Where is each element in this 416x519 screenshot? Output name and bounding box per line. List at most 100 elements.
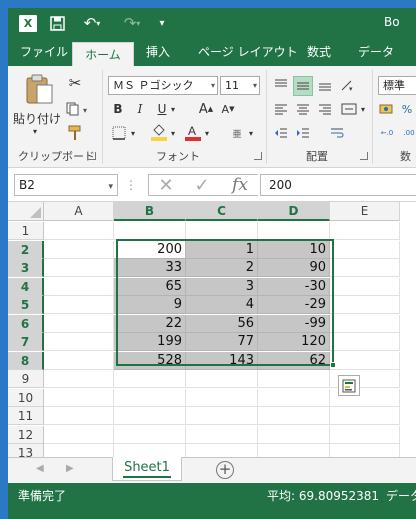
tab-formulas[interactable]: 数式 [307,38,331,66]
cell-a12[interactable] [44,425,114,444]
enter-icon[interactable]: ✓ [190,174,214,196]
cell-a7[interactable] [44,333,114,351]
align-middle-icon[interactable] [293,76,313,96]
cell-b13[interactable] [114,444,186,457]
quick-analysis-icon[interactable] [338,375,360,396]
fill-color-dropdown-icon[interactable]: ▾ [168,126,178,140]
align-right-icon[interactable] [316,100,334,118]
prev-sheet-icon[interactable]: ◀ [36,463,44,474]
cell-c6[interactable]: 56 [186,314,258,333]
shrink-font-button[interactable]: A ▼ [220,100,236,118]
cell-c10[interactable] [186,388,258,407]
cell-b3[interactable]: 33 [114,259,186,277]
cancel-icon[interactable]: ✕ [154,174,178,196]
cell-e2[interactable] [330,240,400,259]
add-sheet-icon[interactable]: + [216,461,234,479]
tab-data[interactable]: データ [358,38,394,66]
cell-a2[interactable] [44,240,114,259]
cell-c8[interactable]: 143 [186,351,258,370]
cell-d9[interactable] [258,370,330,388]
row-header-9[interactable]: 9 [8,370,44,388]
cell-b12[interactable] [114,425,186,444]
cell-c3[interactable]: 2 [186,259,258,277]
borders-dropdown-icon[interactable]: ▾ [128,126,138,140]
cell-b4[interactable]: 65 [114,277,186,296]
row-header-6[interactable]: 6 [8,314,44,333]
worksheet-grid[interactable]: ABCDE 1 2 3 4 5 6 7 8 9 10 11 12 13 200 1 10 33 2 90 65 3 -3… [8,202,416,457]
align-bottom-icon[interactable] [316,76,334,94]
cell-e1[interactable] [330,222,400,240]
merge-dropdown-icon[interactable]: ▾ [358,102,368,116]
fill-handle[interactable] [330,362,336,368]
row-header-5[interactable]: 5 [8,296,44,314]
sheet-tab-sheet1[interactable]: Sheet1 [112,457,182,481]
merge-center-icon[interactable] [340,100,358,118]
cell-d10[interactable] [258,388,330,407]
cell-d1[interactable] [258,222,330,240]
cell-d3[interactable]: 90 [258,259,330,277]
cell-d4[interactable]: -30 [258,277,330,296]
cell-d2[interactable]: 10 [258,240,330,259]
insert-function-icon[interactable]: fx [226,174,254,196]
row-header-4[interactable]: 4 [8,277,44,296]
cell-c9[interactable] [186,370,258,388]
cell-e12[interactable] [330,425,400,444]
font-color-dropdown-icon[interactable]: ▾ [202,126,212,140]
paste-icon[interactable] [20,72,58,106]
cell-e11[interactable] [330,407,400,425]
cell-c4[interactable]: 3 [186,277,258,296]
tab-file[interactable]: ファイル [20,38,68,66]
decrease-indent-icon[interactable] [272,124,290,142]
cell-a9[interactable] [44,370,114,388]
cut-icon[interactable]: ✂ [66,74,84,92]
column-header-d[interactable]: D [258,202,330,221]
formula-input[interactable]: 200 [260,174,416,196]
customize-quick-access-icon[interactable]: ▾ [156,8,168,38]
cell-d13[interactable] [258,444,330,457]
column-header-a[interactable]: A [44,202,114,221]
wrap-text-icon[interactable] [328,124,346,142]
select-all-button[interactable] [8,202,44,221]
cell-a3[interactable] [44,259,114,277]
cell-e7[interactable] [330,333,400,351]
undo-icon[interactable]: ↶ ▾ [78,8,106,38]
column-header-b[interactable]: B [114,202,186,221]
cell-a10[interactable] [44,388,114,407]
cell-a5[interactable] [44,296,114,314]
copy-icon[interactable]: ▾ [64,100,94,118]
tab-home[interactable]: ホーム [72,42,134,66]
cell-b7[interactable]: 199 [114,333,186,351]
cell-c1[interactable] [186,222,258,240]
cell-e13[interactable] [330,444,400,457]
row-header-11[interactable]: 11 [8,407,44,425]
underline-dropdown-icon[interactable]: ▾ [168,102,178,116]
number-format-select[interactable]: 標準 [378,76,416,95]
cell-d12[interactable] [258,425,330,444]
font-name-select[interactable]: ＭＳ Ｐゴシック ▾ [108,76,218,95]
row-header-2[interactable]: 2 [8,240,44,259]
cell-c12[interactable] [186,425,258,444]
cell-d5[interactable]: -29 [258,296,330,314]
cell-c11[interactable] [186,407,258,425]
cell-b8[interactable]: 528 [114,351,186,370]
cell-d8[interactable]: 62 [258,351,330,370]
paste-dropdown-icon[interactable]: ▾ [28,126,42,136]
cell-a6[interactable] [44,314,114,333]
clipboard-launcher-icon[interactable] [88,152,96,160]
cell-b6[interactable]: 22 [114,314,186,333]
cell-c5[interactable]: 4 [186,296,258,314]
next-sheet-icon[interactable]: ▶ [66,463,74,474]
align-top-icon[interactable] [272,76,290,94]
cell-c2[interactable]: 1 [186,240,258,259]
row-header-8[interactable]: 8 [8,351,44,370]
format-painter-icon[interactable] [66,124,84,142]
redo-icon[interactable]: ↷ ▾ [118,8,146,38]
cell-a1[interactable] [44,222,114,240]
cell-a4[interactable] [44,277,114,296]
font-size-select[interactable]: 11 ▾ [220,76,260,95]
currency-icon[interactable] [378,100,396,118]
align-left-icon[interactable] [272,100,290,118]
row-header-1[interactable]: 1 [8,222,44,240]
increase-decimal-icon[interactable]: ←.0 [378,124,396,142]
cell-e6[interactable] [330,314,400,333]
